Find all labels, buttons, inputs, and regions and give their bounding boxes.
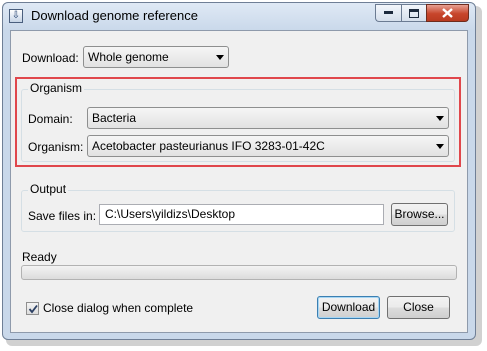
close-button[interactable]: Close [387,296,450,319]
organism-highlight-box [15,77,461,167]
close-when-complete-checkbox[interactable] [26,302,39,315]
close-icon [442,8,453,18]
dialog-client-area: Download: Whole genome Organism Domain: … [10,30,468,333]
download-type-select[interactable]: Whole genome [83,46,229,68]
download-type-value: Whole genome [88,50,169,64]
download-button[interactable]: Download [317,296,380,319]
download-label: Download: [22,51,79,65]
chevron-down-icon [216,55,224,60]
output-group-legend: Output [28,182,69,196]
minimize-icon [384,11,393,14]
status-text: Ready [22,250,57,264]
checkmark-icon [28,304,38,314]
browse-button[interactable]: Browse... [391,203,448,226]
minimize-button[interactable] [375,4,401,22]
download-app-icon: ⇩ [9,9,23,23]
window-title: Download genome reference [31,8,198,23]
save-path-input[interactable]: C:\Users\yildizs\Desktop [99,204,384,225]
maximize-icon [409,8,419,18]
download-progress-bar [21,265,457,280]
dialog-window: ⇩ Download genome reference Download: Wh… [2,2,476,340]
close-when-complete-label: Close dialog when complete [43,301,194,315]
title-bar[interactable]: ⇩ Download genome reference [3,3,475,29]
save-location-label: Save files in: [28,209,97,223]
close-window-button[interactable] [426,4,469,22]
maximize-button[interactable] [401,4,426,22]
window-controls [375,4,469,23]
